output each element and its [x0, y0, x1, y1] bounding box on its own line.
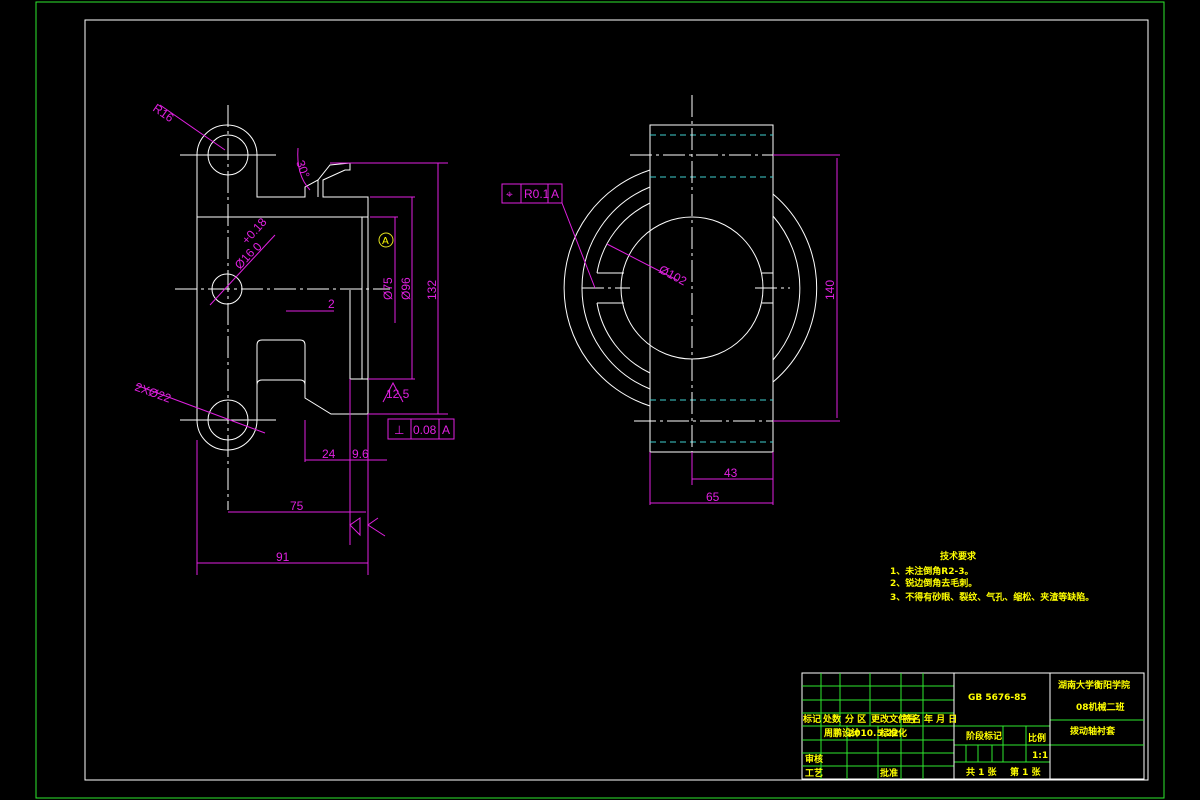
- dim-d96: Ø96: [399, 277, 413, 300]
- dim-w75: 75: [290, 499, 304, 513]
- process: 工艺: [805, 767, 823, 779]
- standard-number: GB 5676-85: [968, 693, 1027, 703]
- tech-req-item: 1、未注倒角R2-3。: [890, 565, 973, 577]
- dim-w43: 43: [724, 466, 738, 480]
- tech-req-item: 2、锐边倒角去毛刺。: [890, 577, 977, 589]
- dim-h140: 140: [823, 280, 837, 300]
- hatched-section: [196, 124, 369, 218]
- datum-a: A: [382, 236, 389, 247]
- pos-tol: R0.1: [524, 187, 550, 201]
- sheet-border: [35, 1, 1165, 799]
- perp-tol: 0.08: [413, 423, 437, 437]
- dim-hole: 2XØ22: [133, 380, 173, 406]
- dim-w2: 2: [328, 297, 335, 311]
- class-name: 08机械二班: [1076, 701, 1125, 713]
- dim-d102: Ø102: [657, 262, 690, 288]
- header-count: 处数: [822, 713, 842, 725]
- drawing-frame: [84, 19, 1149, 781]
- review: 审核: [805, 753, 823, 765]
- scale-value: 1:1: [1032, 751, 1048, 761]
- standardization: 标准化: [879, 727, 907, 739]
- cad-drawing: R16 30° +0.18 0 Ø16 A Ø75 Ø96 132 2 2XØ2…: [35, 1, 1165, 799]
- approve: 批准: [880, 767, 898, 779]
- dim-w65: 65: [706, 490, 720, 504]
- header-mark: 标记: [802, 713, 821, 725]
- scale-label: 比例: [1028, 732, 1046, 744]
- dim-d75: Ø75: [381, 277, 395, 300]
- school-name: 湖南大学衡阳学院: [1058, 679, 1130, 691]
- header-date: 年 月 日: [924, 713, 957, 725]
- technical-requirements: 技术要求 1、未注倒角R2-3。 2、锐边倒角去毛刺。 3、不得有砂眼、裂纹、气…: [890, 550, 1094, 603]
- perpendicularity-icon: ⊥: [394, 423, 404, 437]
- dim-h132: 132: [425, 280, 439, 300]
- tech-req-title: 技术要求: [940, 550, 977, 562]
- sheet-number: 第 1 张: [1010, 766, 1042, 778]
- part-name: 拨动轴衬套: [1070, 725, 1116, 737]
- header-zone: 分 区: [845, 713, 866, 725]
- dim-angle: 30°: [293, 158, 312, 180]
- dim-w91: 91: [276, 550, 290, 564]
- stage-mark: 阶段标记: [966, 730, 1002, 742]
- dim-w96: 9.6: [352, 447, 369, 461]
- dim-w24: 24: [322, 447, 336, 461]
- right-end-view: [563, 95, 818, 480]
- left-dimensions: R16 30° +0.18 0 Ø16 A Ø75 Ø96 132 2 2XØ2…: [133, 101, 455, 575]
- perp-datum: A: [442, 423, 450, 437]
- dim-r16: R16: [150, 101, 176, 125]
- dim-d16: Ø16: [232, 246, 258, 272]
- tech-req-item: 3、不得有砂眼、裂纹、气孔、缩松、夹渣等缺陷。: [890, 591, 1094, 603]
- header-sign: 签名: [902, 713, 921, 725]
- total-sheets: 共 1 张: [966, 766, 998, 778]
- roughness: 12.5: [386, 387, 410, 401]
- position-icon: ⌖: [506, 187, 513, 201]
- title-block: GB 5676-85 湖南大学衡阳学院 08机械二班 拨动轴衬套 标记 处数 分…: [801, 672, 1145, 780]
- pos-datum: A: [551, 187, 559, 201]
